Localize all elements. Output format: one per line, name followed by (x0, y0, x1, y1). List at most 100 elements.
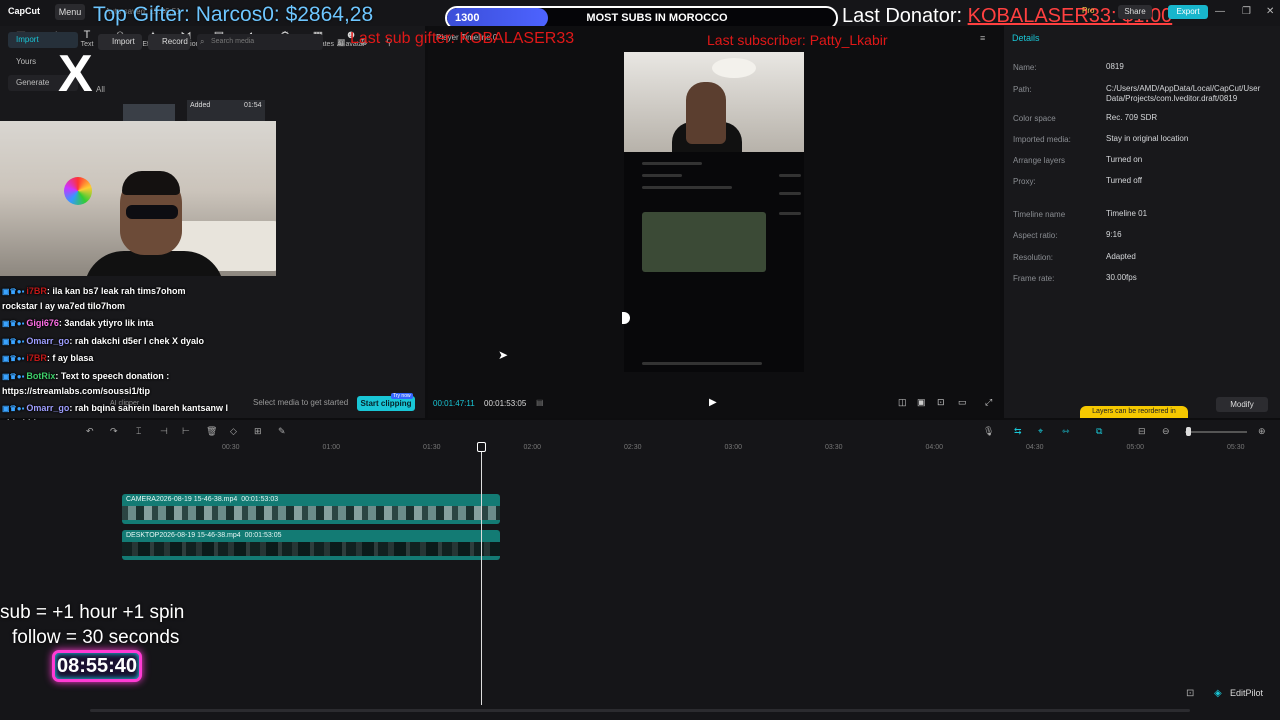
ruler-tick: 02:30 (624, 444, 642, 451)
chat-text: : rah dakchi d5er l chek X dyalo (69, 336, 204, 346)
chat-badges-icon: ▣♛●▪ (2, 287, 25, 296)
delete-icon[interactable]: 🗑 (206, 426, 217, 437)
detail-key: Resolution: (1013, 253, 1054, 262)
chat-text: https://streamlabs.com/soussi1/tip (2, 386, 151, 396)
ruler-tick: 03:30 (825, 444, 843, 451)
import-button[interactable]: Import (98, 34, 142, 50)
chat-badges-icon: ▣♛●▪ (2, 319, 25, 328)
undo-icon[interactable]: ↶ (86, 426, 94, 437)
ruler-tick: 05:30 (1227, 444, 1245, 451)
chat-username: i7BR (26, 286, 47, 296)
search-input[interactable]: Search media (197, 34, 323, 50)
minimize-icon[interactable]: — (1215, 6, 1225, 17)
link-icon[interactable]: ⇆ (1014, 426, 1022, 437)
zoom-slider[interactable] (1185, 431, 1247, 433)
grid-view-icon[interactable]: ▦ (337, 37, 346, 48)
detail-value: 9:16 (1106, 230, 1122, 239)
camera-clip[interactable]: CAMERA2026-08-19 15-46-38.mp4 00:01:53:0… (122, 494, 500, 524)
tab-details[interactable]: Details (1012, 33, 1040, 43)
chat-username: BotRix (26, 371, 56, 381)
subs-goal-label: MOST SUBS IN MOROCCO (586, 12, 728, 24)
full-quality-icon[interactable]: ▣ (917, 397, 926, 408)
redo-icon[interactable]: ↷ (110, 426, 118, 437)
ruler-tick: 04:00 (925, 444, 944, 451)
fullscreen-icon[interactable]: ⤢ (985, 397, 992, 408)
last-donator-label: Last Donator: (842, 5, 968, 27)
playhead-handle[interactable] (477, 442, 486, 452)
zoom-in-icon[interactable]: ⊕ (1258, 426, 1266, 437)
detail-value: Stay in original location (1106, 134, 1189, 143)
modify-button[interactable]: Modify (1216, 397, 1268, 412)
split-icon[interactable]: ⌶ (136, 426, 141, 437)
detail-value: Adapted (1106, 252, 1136, 261)
clip-duration: 00:01:53:05 (244, 532, 282, 539)
split-screen-icon[interactable]: ⧉ (1096, 426, 1102, 437)
detail-key: Arrange layers (1013, 156, 1066, 165)
subs-goal-count: 1300 (455, 12, 480, 24)
caption-icon[interactable]: ⊟ (1138, 426, 1146, 437)
detail-key: Name: (1013, 63, 1037, 72)
split-left-icon[interactable]: ⊣ (160, 426, 168, 437)
ratio-icon[interactable]: ◫ (898, 397, 907, 408)
chat-message: ▣♛●▪ i7BR: f ay blasa (2, 353, 93, 363)
webcam-person-hair (122, 171, 180, 195)
chat-badges-icon: ▣♛●▪ (2, 372, 25, 381)
draw-icon[interactable]: ✎ (278, 426, 286, 437)
media-thumbnail[interactable] (123, 104, 175, 122)
ruler-tick: 00:30 (222, 444, 240, 451)
detail-key: Path: (1013, 85, 1032, 94)
zoom-slider-knob[interactable] (1186, 427, 1191, 436)
filter-all[interactable]: All (96, 85, 105, 94)
snap-icon[interactable]: ⌖ (1038, 426, 1043, 437)
menu-button[interactable]: Menu (55, 4, 85, 20)
timecode-grid-icon[interactable]: ▤ (536, 398, 544, 407)
zoom-out-icon[interactable]: ⊖ (1162, 426, 1170, 437)
top-gifter-overlay: Top Gifter: Narcos0: $2864,28 (93, 3, 374, 26)
video-preview[interactable] (624, 52, 804, 372)
last-sub-gifter-overlay: Last sub gifter: KOBALASER33 (350, 30, 575, 47)
detail-key: Proxy: (1013, 177, 1036, 186)
chat-text: : 3andak ytiyro lik inta (58, 318, 154, 328)
export-button[interactable]: Export (1168, 5, 1208, 19)
timeline-panel (0, 420, 1280, 720)
thumb-added-label: Added (190, 102, 211, 109)
desktop-clip[interactable]: DESKTOP2026-08-19 15-46-38.mp4 00:01:53:… (122, 530, 500, 560)
timeline-scrollbar[interactable] (90, 709, 1190, 712)
player-menu-icon[interactable]: ≡ (980, 33, 985, 43)
chat-message: ▣♛●▪ Omarr_go: rah bqina sahrein lbareh k… (2, 403, 228, 413)
close-icon[interactable]: ✕ (1266, 6, 1274, 17)
play-icon[interactable]: ▶ (709, 397, 717, 408)
ruler-tick: 04:30 (1026, 444, 1044, 451)
last-subscriber-overlay: Last subscriber: Patty_Lkabir (707, 32, 888, 48)
time-current: 00:01:47:11 (433, 399, 475, 408)
time-total: 00:01:53:05 (484, 399, 527, 408)
feedback-icon[interactable]: ⊡ (1186, 688, 1194, 699)
clip-name: CAMERA2026-08-19 15-46-38.mp4 00:01:53:0… (126, 496, 278, 503)
chat-username: Omarr_go (26, 336, 70, 346)
aspect-ratio-icon[interactable]: ▭ (958, 397, 967, 408)
playhead[interactable] (481, 443, 482, 705)
crop-icon[interactable]: ⊞ (254, 426, 262, 437)
detail-key: Aspect ratio: (1013, 231, 1058, 240)
detail-value: C:/Users/AMD/AppData/Local/CapCut/User D… (1106, 84, 1261, 103)
pro-button[interactable]: Pro (1082, 6, 1094, 15)
search-icon: ⌕ (200, 37, 205, 46)
sub-rule-overlay: sub = +1 hour +1 spin (0, 602, 185, 623)
snapshot-icon[interactable]: ⊡ (937, 397, 945, 408)
countdown-timer: 08:55:40 (52, 650, 142, 682)
record-button[interactable]: Record (148, 34, 190, 50)
preview-axis-icon[interactable]: ⇿ (1062, 426, 1070, 437)
capcut-logo: CapCut (8, 6, 40, 16)
editpilot-icon[interactable]: ◈ (1214, 688, 1222, 699)
editpilot-button[interactable]: EditPilot (1230, 688, 1263, 698)
share-button[interactable]: Share (1118, 5, 1152, 19)
try-now-badge: Try now (391, 393, 413, 399)
split-right-icon[interactable]: ⊢ (182, 426, 190, 437)
microphone-icon[interactable]: 🎙 (983, 426, 994, 437)
clip-filmstrip (122, 542, 500, 556)
detail-value: Turned off (1106, 176, 1143, 185)
ruler-tick: 05:00 (1126, 444, 1145, 451)
maximize-icon[interactable]: ❐ (1242, 6, 1251, 17)
marker-icon[interactable]: ◇ (230, 426, 237, 437)
select-media-hint: Select media to get started (253, 398, 349, 407)
